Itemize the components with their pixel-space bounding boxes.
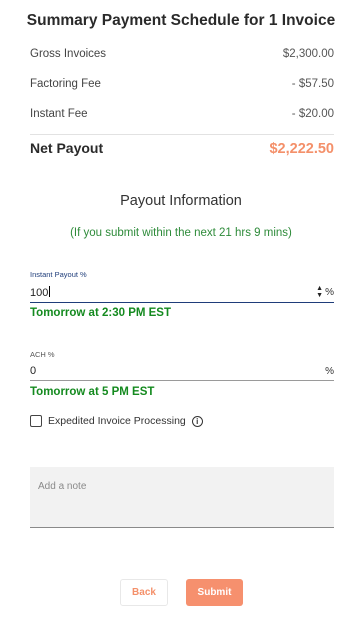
instant-payout-input[interactable]: 100: [30, 285, 51, 299]
net-payout-row: Net Payout $2,222.50: [30, 140, 334, 157]
net-payout-value: $2,222.50: [269, 141, 334, 157]
summary-row-gross: Gross Invoices $2,300.00: [30, 48, 334, 60]
submit-window-note: (If you submit within the next 21 hrs 9 …: [70, 227, 292, 239]
factoring-label: Factoring Fee: [30, 78, 101, 90]
payout-section-title: Payout Information: [120, 193, 242, 209]
summary-divider: [30, 134, 334, 135]
instant-payout-suffix: %: [325, 286, 334, 298]
gross-label: Gross Invoices: [30, 48, 107, 60]
instant-payout-label: Instant Payout %: [30, 270, 87, 279]
instant-payout-eta: Tomorrow at 2:30 PM EST: [30, 307, 172, 319]
ach-label: ACH %: [30, 350, 55, 359]
ach-eta: Tomorrow at 5 PM EST: [30, 386, 155, 398]
ach-suffix: %: [325, 365, 334, 377]
instant-fee-value: - $20.00: [291, 108, 334, 120]
net-payout-label: Net Payout: [30, 140, 104, 156]
number-spinner-icon[interactable]: ▲ ▼: [316, 285, 323, 299]
info-icon[interactable]: i: [191, 415, 203, 427]
note-textarea[interactable]: Add a note: [30, 467, 334, 528]
ach-field[interactable]: ACH % 0 %: [30, 350, 334, 381]
text-caret: [49, 285, 51, 297]
summary-row-instant-fee: Instant Fee - $20.00: [30, 108, 334, 120]
expedited-label: Expedited Invoice Processing: [48, 415, 186, 427]
instant-payout-field[interactable]: Instant Payout % 100 ▲ ▼ %: [30, 270, 334, 303]
ach-input[interactable]: 0: [30, 365, 36, 377]
expedited-checkbox[interactable]: [30, 415, 42, 427]
back-button[interactable]: Back: [120, 579, 168, 606]
page-title: Summary Payment Schedule for 1 Invoice: [26, 12, 336, 29]
submit-button[interactable]: Submit: [186, 579, 243, 606]
note-placeholder: Add a note: [38, 481, 87, 492]
instant-fee-label: Instant Fee: [30, 108, 88, 120]
gross-value: $2,300.00: [282, 48, 334, 60]
summary-row-factoring: Factoring Fee - $57.50: [30, 78, 334, 90]
expedited-processing-row[interactable]: Expedited Invoice Processing i: [30, 415, 203, 427]
factoring-value: - $57.50: [291, 78, 334, 90]
